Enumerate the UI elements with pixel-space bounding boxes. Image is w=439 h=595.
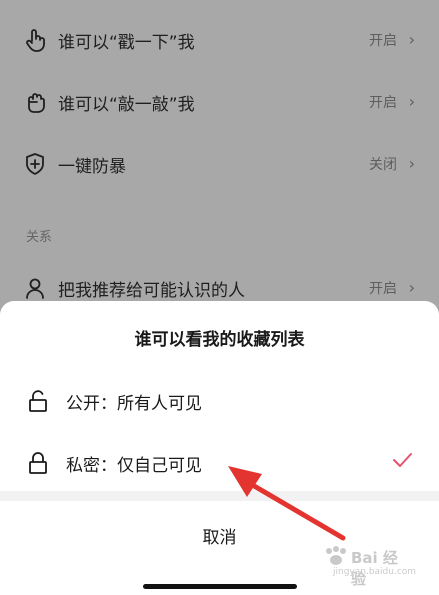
unlock-icon — [29, 390, 47, 412]
setting-value: 开启 — [369, 281, 397, 297]
option-label: 公开：所有人可见 — [66, 394, 202, 414]
setting-label: 一键防暴 — [58, 156, 126, 177]
setting-label: 谁可以“戳一下”我 — [58, 32, 195, 53]
chevron-right-icon: › — [408, 154, 415, 174]
sheet-title: 谁可以看我的收藏列表 — [134, 330, 305, 350]
sheet-divider — [0, 491, 439, 501]
option-label: 私密：仅自己可见 — [66, 456, 202, 476]
chevron-right-icon: › — [408, 278, 415, 298]
paw-logo-icon — [326, 546, 346, 565]
shield-plus-icon — [26, 153, 44, 175]
setting-label: 把我推荐给可能认识的人 — [58, 280, 245, 301]
knock-fist-icon — [28, 93, 45, 113]
baidu-watermark: Bai 经验 jingyan.baidu.com — [321, 545, 416, 588]
option-public[interactable]: 公开：所有人可见 — [0, 373, 439, 429]
setting-value: 开启 — [369, 95, 397, 111]
setting-label: 谁可以“敲一敲”我 — [58, 94, 195, 115]
lock-icon — [29, 452, 47, 474]
setting-value: 关闭 — [369, 157, 397, 173]
checkmark-icon — [393, 453, 412, 467]
setting-value: 开启 — [369, 33, 397, 49]
watermark-url: jingyan.baidu.com — [333, 567, 417, 577]
chevron-right-icon: › — [408, 30, 415, 50]
setting-row-poke[interactable]: 谁可以“戳一下”我 开启 › — [0, 10, 439, 70]
setting-row-knock[interactable]: 谁可以“敲一敲”我 开启 › — [0, 72, 439, 132]
home-indicator — [143, 584, 297, 589]
poke-hand-icon — [26, 29, 45, 52]
setting-row-anti-harass[interactable]: 一键防暴 关闭 › — [0, 134, 439, 194]
section-title-relation: 关系 — [26, 230, 53, 245]
option-private[interactable]: 私密：仅自己可见 — [0, 435, 439, 491]
chevron-right-icon: › — [408, 92, 415, 112]
user-icon — [26, 278, 44, 299]
